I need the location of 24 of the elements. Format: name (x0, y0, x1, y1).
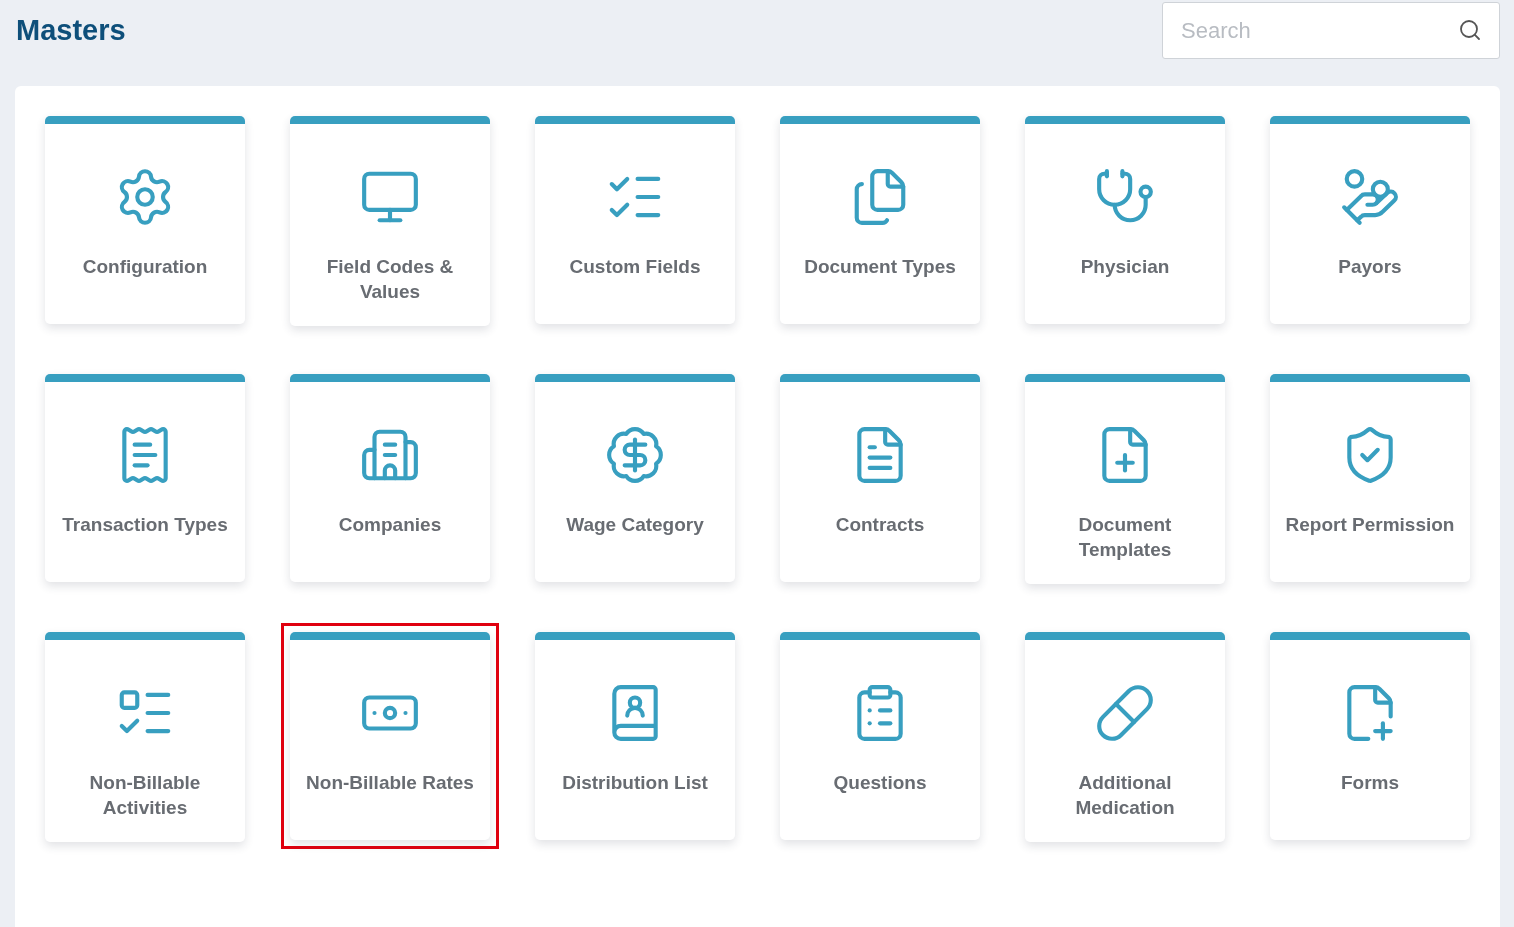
master-tile[interactable]: Report Permission (1270, 374, 1470, 582)
master-tile[interactable]: Document Types (780, 116, 980, 324)
master-tile[interactable]: Document Templates (1025, 374, 1225, 584)
pill-icon (1094, 682, 1156, 744)
master-tile[interactable]: Forms (1270, 632, 1470, 840)
master-tile[interactable]: Transaction Types (45, 374, 245, 582)
page-title: Masters (16, 14, 126, 47)
master-tile[interactable]: Questions (780, 632, 980, 840)
search-field[interactable]: Search (1162, 2, 1500, 59)
master-tile[interactable]: Wage Category (535, 374, 735, 582)
master-tile[interactable]: Distribution List (535, 632, 735, 840)
master-tile[interactable]: Additional Medication (1025, 632, 1225, 842)
master-tile[interactable]: Custom Fields (535, 116, 735, 324)
master-tile[interactable]: Companies (290, 374, 490, 582)
master-tile[interactable]: Configuration (45, 116, 245, 324)
master-tile[interactable]: Non-Billable Activities (45, 632, 245, 842)
dollar-badge-icon (604, 424, 666, 486)
master-tile[interactable]: Payors (1270, 116, 1470, 324)
master-tile[interactable]: Contracts (780, 374, 980, 582)
master-tile[interactable]: Non-Billable Rates (290, 632, 490, 840)
hand-coins-icon (1339, 166, 1401, 228)
master-tile[interactable]: Field Codes & Values (290, 116, 490, 326)
master-tile[interactable]: Physician (1025, 116, 1225, 324)
search-icon[interactable] (1458, 18, 1482, 42)
